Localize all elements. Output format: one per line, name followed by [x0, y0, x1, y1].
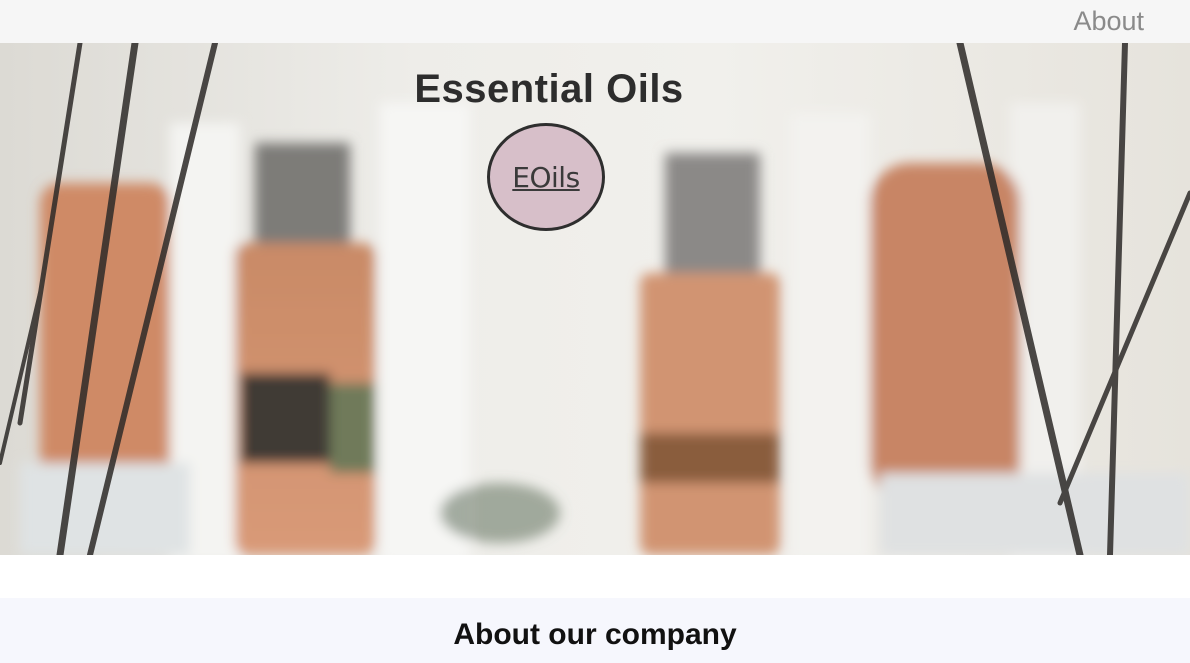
hero-banner: Essential Oils EOils — [0, 43, 1190, 555]
nav-link-about[interactable]: About — [1073, 6, 1144, 37]
top-navbar: About — [0, 0, 1190, 43]
about-section: About our company — [0, 598, 1190, 663]
site-title: Essential Oils — [414, 67, 684, 111]
hero-background-image — [0, 43, 1190, 555]
logo-link[interactable]: EOils — [512, 161, 580, 194]
about-heading: About our company — [453, 618, 737, 651]
logo-badge[interactable]: EOils — [487, 123, 605, 231]
